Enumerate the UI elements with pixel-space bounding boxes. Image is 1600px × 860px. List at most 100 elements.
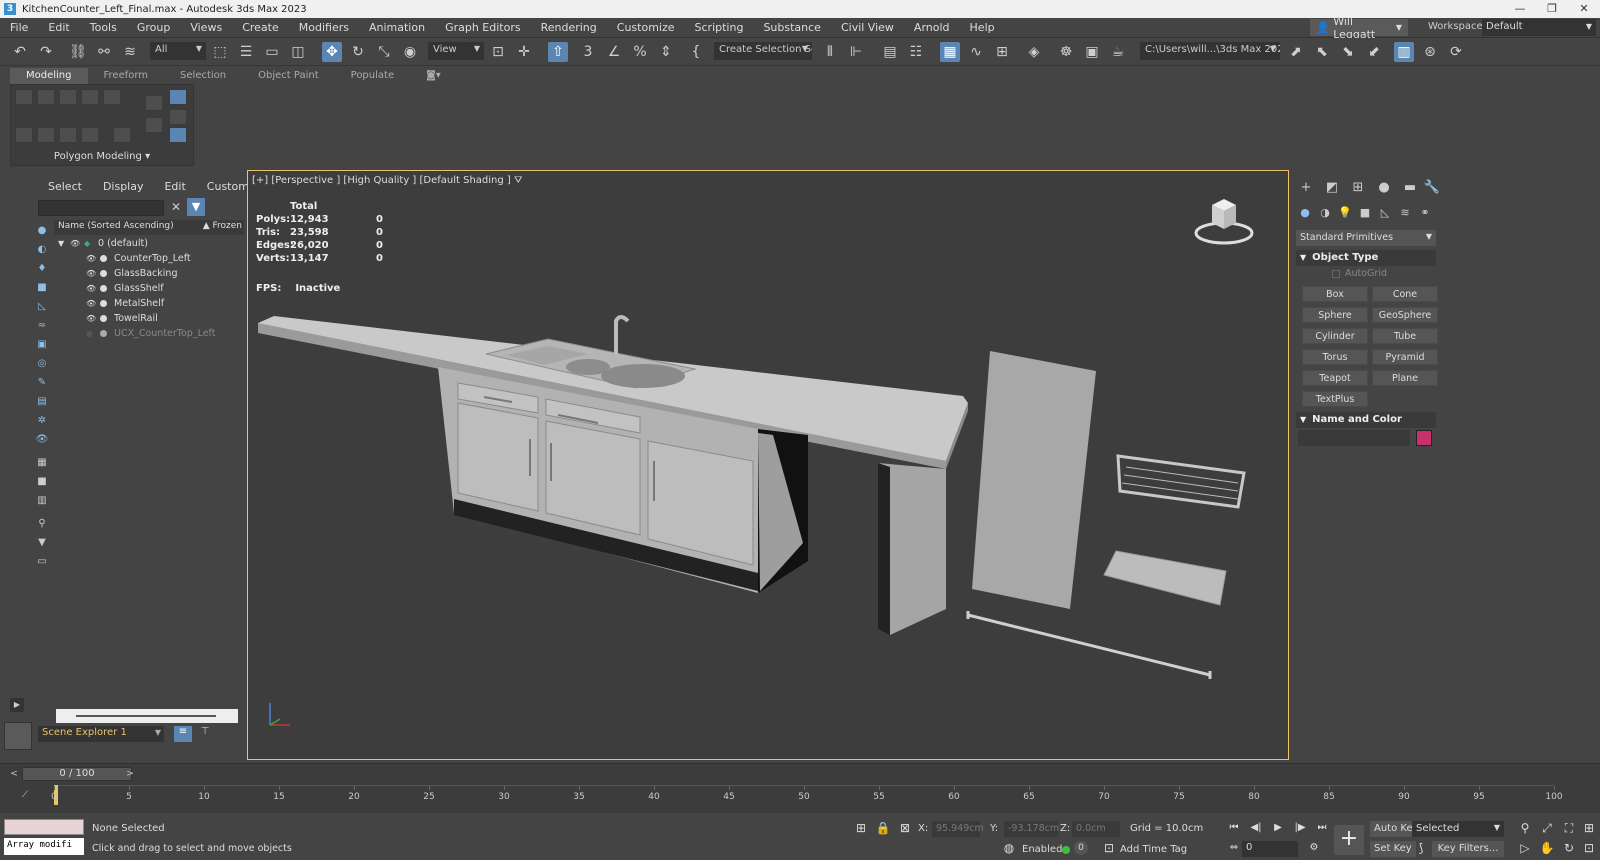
set-keys-icon[interactable]: + (1334, 825, 1364, 855)
display-helpers-icon[interactable]: ◺ (34, 300, 50, 314)
time-slider[interactable]: 0 / 100 (22, 767, 132, 781)
cylinder-button[interactable]: Cylinder (1302, 328, 1368, 344)
go-to-start-icon[interactable]: ⏮ (1226, 821, 1242, 835)
adaptive-degradation-icon[interactable]: ◍ (1000, 841, 1018, 857)
asset-library-icon[interactable]: ⊛ (1420, 42, 1440, 62)
scene-object-row[interactable]: ● UCX_CounterTop_Left (54, 326, 244, 341)
absolute-transform-icon[interactable]: ⊠ (896, 821, 914, 837)
display-shapes-icon[interactable]: ◐ (34, 243, 50, 257)
zoom-extents-all-icon[interactable]: ⊞ (1580, 821, 1598, 837)
horizontal-scrollbar[interactable] (56, 709, 238, 723)
y-coord-field[interactable]: -93.178cm (1004, 821, 1059, 837)
isolate-selection-icon[interactable]: ⊞ (852, 821, 870, 837)
enabled-count[interactable]: 0 (1074, 841, 1088, 855)
display-lights-icon[interactable]: ♦ (34, 262, 50, 276)
selection-lock-icon[interactable]: 🔒 (874, 821, 892, 837)
spinner-snap-icon[interactable]: ⇕ (656, 42, 676, 62)
save-as-icon[interactable]: ⬊ (1338, 42, 1358, 62)
zoom-all-icon[interactable]: ⤢ (1538, 821, 1556, 837)
scene-object-row[interactable]: 👁 CounterTop_Left (54, 251, 244, 266)
list-none-icon[interactable]: ■ (34, 475, 50, 489)
project-folder-dropdown[interactable]: C:\Users\will...\3ds Max 2023 ▼ (1140, 42, 1280, 60)
primitive-type-dropdown[interactable]: Standard Primitives ▼ (1296, 230, 1436, 246)
menu-arnold[interactable]: Arnold (904, 21, 960, 34)
default-in-out-tangent-icon[interactable]: ⟆ (1412, 841, 1430, 857)
previous-frame-icon[interactable]: ◀| (1248, 821, 1264, 835)
ribbon-tool-c-icon[interactable] (59, 127, 77, 143)
ribbon-tool-b-icon[interactable] (37, 127, 55, 143)
pan-view-icon[interactable]: ✋ (1538, 841, 1556, 857)
sphere-button[interactable]: Sphere (1302, 307, 1368, 323)
time-tag-icon[interactable]: ⊡ (1100, 841, 1118, 857)
eye-icon[interactable]: 👁 (86, 251, 96, 266)
scene-object-row[interactable]: 👁 GlassShelf (54, 281, 244, 296)
select-and-move-icon[interactable]: ✥ (322, 42, 342, 62)
select-object-icon[interactable]: ⬚ (210, 42, 230, 62)
help-community-icon[interactable]: ⟳ (1446, 42, 1466, 62)
eye-icon[interactable]: 👁 (70, 236, 80, 251)
maximize-viewport-icon[interactable]: ⊡ (1580, 841, 1598, 857)
list-all-icon[interactable]: ▦ (34, 456, 50, 470)
plane-button[interactable]: Plane (1372, 370, 1438, 386)
eye-icon[interactable]: 👁 (86, 311, 96, 326)
lights-icon[interactable]: 💡 (1336, 206, 1354, 222)
eye-hidden-icon[interactable]: ● (86, 326, 93, 341)
layer-explorer-icon[interactable]: ☷ (906, 42, 926, 62)
restore-icon[interactable]: ❐ (1536, 0, 1568, 18)
modify-mode-icon[interactable] (145, 95, 163, 111)
align-icon[interactable]: ⊩ (846, 42, 866, 62)
display-frozen-icon[interactable]: 👁 (34, 433, 50, 447)
tab-freeform[interactable]: Freeform (88, 68, 165, 84)
ribbon-options-icon[interactable]: ◙▾ (410, 68, 457, 84)
percent-snap-icon[interactable]: % (630, 42, 650, 62)
rectangular-selection-icon[interactable]: ▭ (262, 42, 282, 62)
snaps-toggle-icon[interactable]: 3 (578, 42, 598, 62)
key-mode-icon[interactable]: ⇔ (1226, 841, 1242, 855)
perspective-viewport[interactable]: [+] [Perspective ] [High Quality ] [Defa… (247, 170, 1289, 760)
name-and-color-rollout[interactable]: ▼ Name and Color (1296, 412, 1436, 428)
eye-icon[interactable]: 👁 (86, 266, 96, 281)
clear-search-icon[interactable]: ✕ (168, 200, 184, 216)
display-cameras-icon[interactable]: ■ (34, 281, 50, 295)
ribbon-tool-e-icon[interactable] (113, 127, 131, 143)
display-containers-icon[interactable]: ▤ (34, 395, 50, 409)
display-geometry-icon[interactable]: ● (34, 224, 50, 238)
workspaces-dropdown[interactable]: Default ▼ (1482, 19, 1596, 36)
menu-create[interactable]: Create (232, 21, 289, 34)
cone-button[interactable]: Cone (1372, 286, 1438, 302)
rendered-frame-window-icon[interactable]: ▣ (1082, 42, 1102, 62)
modify-tab-icon[interactable]: ◩ (1322, 180, 1342, 198)
scene-search-input[interactable] (38, 200, 164, 216)
vertex-mode-icon[interactable] (15, 89, 33, 105)
header-frozen-column[interactable]: ▲ Frozen (203, 221, 242, 231)
window-crossing-icon[interactable]: ◫ (288, 42, 308, 62)
maxscript-mini-listener[interactable]: Array modifi (4, 838, 84, 855)
orbit-icon[interactable]: ↻ (1560, 841, 1578, 857)
ribbon-extra-icon[interactable] (169, 109, 187, 125)
scene-explorer-toggle-icon[interactable]: ▤ (880, 42, 900, 62)
cabinet-door-1[interactable] (457, 402, 539, 512)
teapot-button[interactable]: Teapot (1302, 370, 1368, 386)
systems-icon[interactable]: ⚭ (1416, 206, 1434, 222)
timeline-track[interactable]: 0 5 10 15 20 25 30 35 40 45 50 55 60 65 70 75 80 85 90 95 10… (51, 785, 1563, 809)
helpers-icon[interactable]: ◺ (1376, 206, 1394, 222)
geometry-icon[interactable]: ● (1296, 206, 1314, 222)
pyramid-button[interactable]: Pyramid (1372, 349, 1438, 365)
display-bones-icon[interactable]: ✎ (34, 376, 50, 390)
next-frame-arrow-icon[interactable]: > (124, 767, 136, 781)
layer-row[interactable]: ▼ 👁 ◆ 0 (default) (54, 236, 244, 251)
autogrid-checkbox[interactable]: AutoGrid (1332, 268, 1387, 279)
field-of-view-icon[interactable]: ▷ (1516, 841, 1534, 857)
select-and-scale-icon[interactable]: ⤡ (374, 42, 394, 62)
tab-object-paint[interactable]: Object Paint (242, 68, 335, 84)
tab-modeling[interactable]: Modeling (10, 68, 88, 84)
glass-backing[interactable] (972, 351, 1096, 609)
menu-customize[interactable]: Customize (607, 21, 685, 34)
se-menu-edit[interactable]: Edit (150, 180, 192, 193)
menu-scripting[interactable]: Scripting (685, 21, 754, 34)
z-coord-field[interactable]: 0.0cm (1072, 821, 1120, 837)
selection-filter-dropdown[interactable]: All ▼ (150, 42, 206, 60)
add-time-tag[interactable]: Add Time Tag (1120, 844, 1187, 855)
cloud-save-icon[interactable]: ▥ (1394, 42, 1414, 62)
sort-by-layer-icon[interactable]: ≡ (174, 726, 192, 742)
